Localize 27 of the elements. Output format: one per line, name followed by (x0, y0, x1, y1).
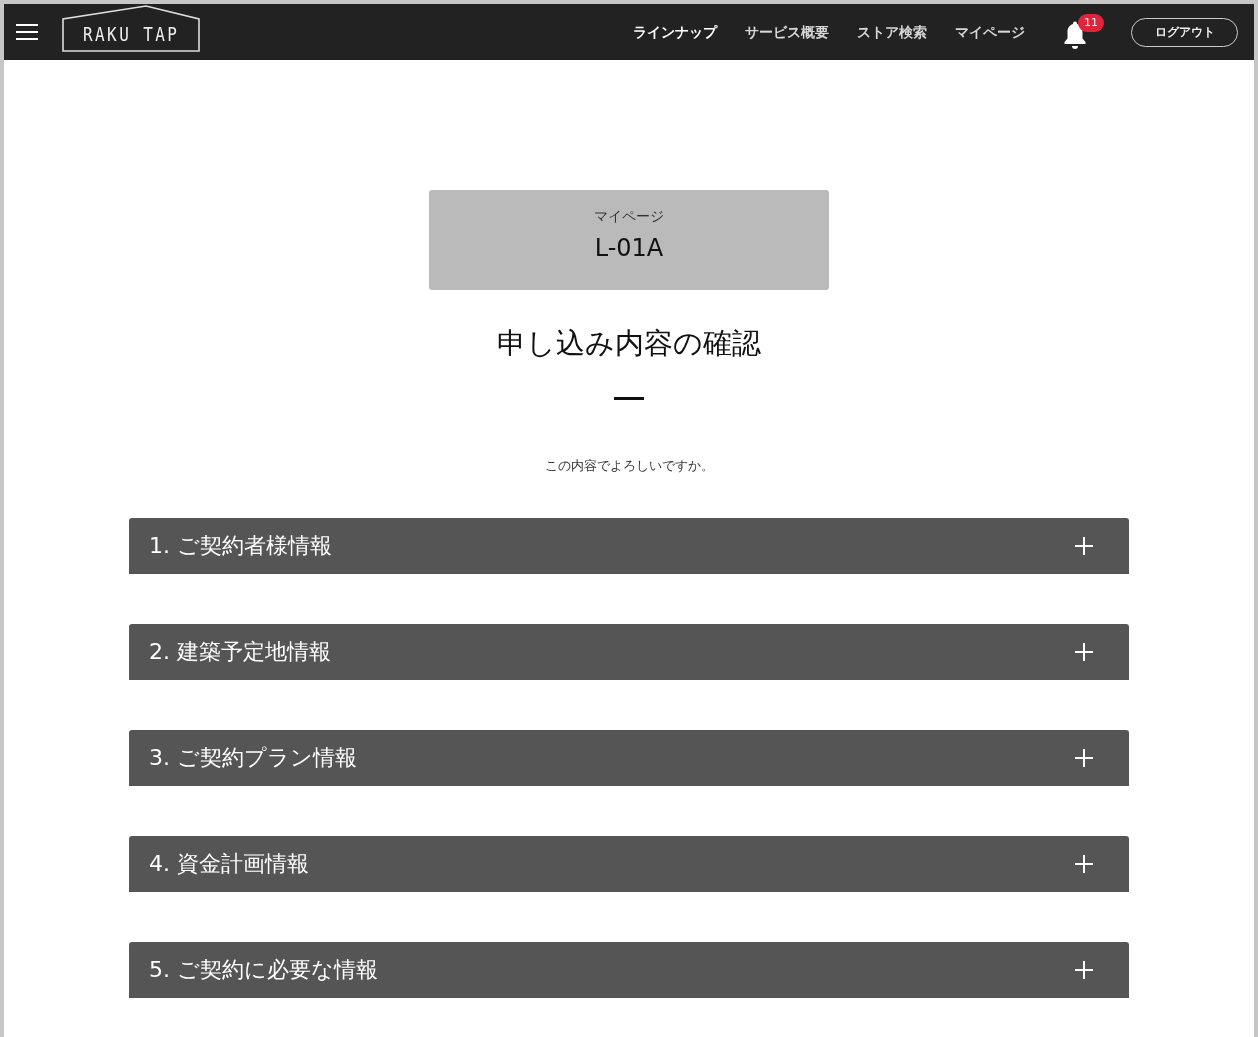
logo-link[interactable]: RAKU TAP (62, 5, 200, 52)
accordion-header[interactable]: 1. ご契約者様情報 (129, 518, 1129, 574)
section-title: 4. 資金計画情報 (149, 850, 309, 878)
notification-count: 11 (1078, 14, 1104, 32)
card-code: L-01A (594, 233, 664, 264)
section-title: 2. 建築予定地情報 (149, 638, 331, 666)
menu-icon[interactable] (16, 24, 38, 40)
nav-link[interactable]: マイページ (955, 22, 1025, 42)
accordion-header[interactable]: 2. 建築予定地情報 (129, 624, 1129, 680)
accordion-header[interactable]: 5. ご契約に必要な情報 (129, 942, 1129, 998)
plus-icon (1075, 643, 1093, 661)
plus-icon (1075, 749, 1093, 767)
accordion-header[interactable]: 4. 資金計画情報 (129, 836, 1129, 892)
bell-icon[interactable] (1063, 20, 1087, 50)
accordion-header[interactable]: 3. ご契約プラン情報 (129, 730, 1129, 786)
section-title: 5. ご契約に必要な情報 (149, 956, 378, 984)
section-title: 3. ご契約プラン情報 (149, 744, 357, 772)
nav-link[interactable]: ラインナップ (633, 22, 717, 42)
plus-icon (1075, 855, 1093, 873)
nav-link[interactable]: ストア検索 (857, 22, 927, 42)
section-title: 1. ご契約者様情報 (149, 532, 332, 560)
page-title: 申し込み内容の確認 (497, 325, 761, 362)
plus-icon (1075, 961, 1093, 979)
nav-link[interactable]: サービス概要 (745, 22, 829, 42)
plus-icon (1075, 537, 1093, 555)
confirm-prompt: この内容でよろしいですか。 (544, 457, 714, 475)
card-label: マイページ (594, 207, 664, 226)
